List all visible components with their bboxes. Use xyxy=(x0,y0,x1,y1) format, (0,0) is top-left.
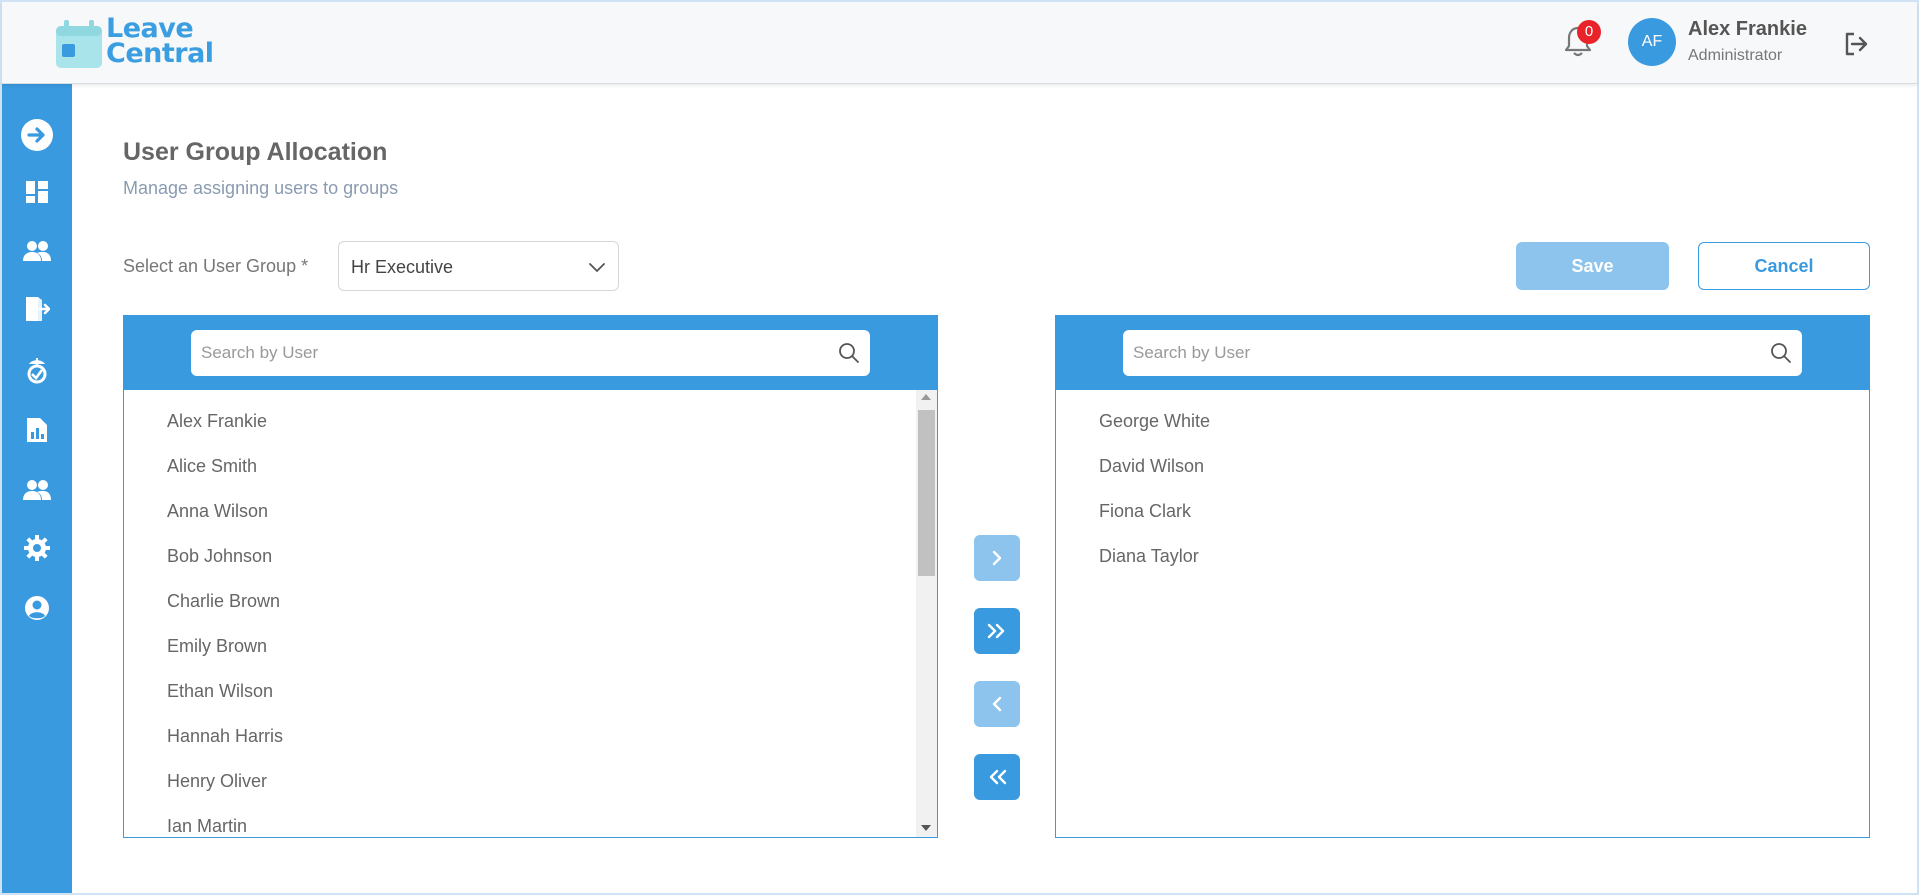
user-group-icon xyxy=(23,480,51,500)
available-user-item[interactable]: Henry Oliver xyxy=(167,771,267,792)
logout-icon[interactable] xyxy=(1842,30,1870,58)
available-users-search-input[interactable] xyxy=(201,330,821,376)
move-selected-left-button[interactable] xyxy=(974,681,1020,727)
calendar-logo-icon xyxy=(56,20,102,68)
assigned-users-search xyxy=(1123,330,1802,376)
user-group-label: Select an User Group * xyxy=(123,256,309,276)
top-header: Leave Central 0 AF Alex Frankie Administ… xyxy=(2,2,1917,84)
assigned-users-panel: George White David Wilson Fiona Clark Di… xyxy=(1055,315,1870,838)
available-user-item[interactable]: Alex Frankie xyxy=(167,411,267,432)
available-user-item[interactable]: Hannah Harris xyxy=(167,726,283,747)
scroll-down-arrow-icon[interactable] xyxy=(921,825,931,831)
available-users-list: Alex Frankie Alice Smith Anna Wilson Bob… xyxy=(124,390,937,837)
available-user-item[interactable]: Charlie Brown xyxy=(167,591,280,612)
available-user-item[interactable]: Anna Wilson xyxy=(167,501,268,522)
leave-exit-icon xyxy=(26,297,50,321)
save-button[interactable]: Save xyxy=(1516,242,1669,290)
arrow-right-circle-icon xyxy=(21,119,53,151)
available-user-item[interactable]: Ethan Wilson xyxy=(167,681,273,702)
app-logo[interactable]: Leave Central xyxy=(56,15,216,70)
users-icon xyxy=(23,241,51,261)
user-name: Alex Frankie xyxy=(1688,18,1807,40)
assigned-user-item[interactable]: David Wilson xyxy=(1099,456,1204,477)
available-users-search xyxy=(191,330,870,376)
double-chevron-left-icon xyxy=(989,769,1007,785)
move-all-left-button[interactable] xyxy=(974,754,1020,800)
move-selected-right-button[interactable] xyxy=(974,535,1020,581)
dashboard-icon xyxy=(26,181,48,203)
sidebar-item-profile[interactable] xyxy=(19,590,55,626)
available-users-panel: Alex Frankie Alice Smith Anna Wilson Bob… xyxy=(123,315,938,838)
available-user-item[interactable]: Ian Martin xyxy=(167,816,247,837)
available-user-item[interactable]: Alice Smith xyxy=(167,456,257,477)
user-group-selected-value: Hr Executive xyxy=(351,257,454,277)
available-users-scrollbar[interactable] xyxy=(916,390,937,837)
logo-line-2: Central xyxy=(106,38,214,69)
cancel-button[interactable]: Cancel xyxy=(1698,242,1870,290)
available-user-item[interactable]: Bob Johnson xyxy=(167,546,272,567)
sidebar-item-holidays[interactable] xyxy=(19,352,55,388)
move-all-right-button[interactable] xyxy=(974,608,1020,654)
search-icon[interactable] xyxy=(1770,342,1792,364)
available-user-item[interactable]: Emily Brown xyxy=(167,636,267,657)
sidebar-item-settings[interactable] xyxy=(19,530,55,566)
sidebar-item-dashboard[interactable] xyxy=(19,174,55,210)
assigned-users-search-input[interactable] xyxy=(1133,330,1753,376)
assigned-user-item[interactable]: Diana Taylor xyxy=(1099,546,1199,567)
sidebar xyxy=(2,84,72,893)
holiday-icon xyxy=(27,358,47,384)
page-title: User Group Allocation xyxy=(123,138,388,166)
scrollbar-thumb[interactable] xyxy=(918,410,935,576)
double-chevron-right-icon xyxy=(987,623,1005,639)
gear-icon xyxy=(24,535,50,561)
scroll-up-arrow-icon[interactable] xyxy=(921,394,931,400)
sidebar-item-expand[interactable] xyxy=(19,117,55,153)
app-logo-text: Leave Central xyxy=(106,15,214,69)
sidebar-item-leave[interactable] xyxy=(19,291,55,327)
sidebar-item-reports[interactable] xyxy=(19,412,55,448)
notification-badge: 0 xyxy=(1577,20,1601,44)
user-role: Administrator xyxy=(1688,47,1783,64)
assigned-users-panel-header xyxy=(1056,316,1869,390)
search-icon[interactable] xyxy=(838,342,860,364)
assigned-user-item[interactable]: George White xyxy=(1099,411,1210,432)
chevron-left-icon xyxy=(992,696,1002,712)
sidebar-item-users[interactable] xyxy=(19,233,55,269)
user-group-select[interactable]: Hr Executive xyxy=(338,241,619,291)
chevron-down-icon xyxy=(589,263,605,272)
avatar[interactable]: AF xyxy=(1628,18,1676,66)
report-icon xyxy=(27,418,47,442)
sidebar-item-user-groups[interactable] xyxy=(19,472,55,508)
available-users-panel-header xyxy=(124,316,937,390)
page-subtitle: Manage assigning users to groups xyxy=(123,178,399,198)
assigned-user-item[interactable]: Fiona Clark xyxy=(1099,501,1191,522)
chevron-right-icon xyxy=(992,550,1002,566)
profile-icon xyxy=(25,596,49,620)
assigned-users-list: George White David Wilson Fiona Clark Di… xyxy=(1056,390,1869,837)
